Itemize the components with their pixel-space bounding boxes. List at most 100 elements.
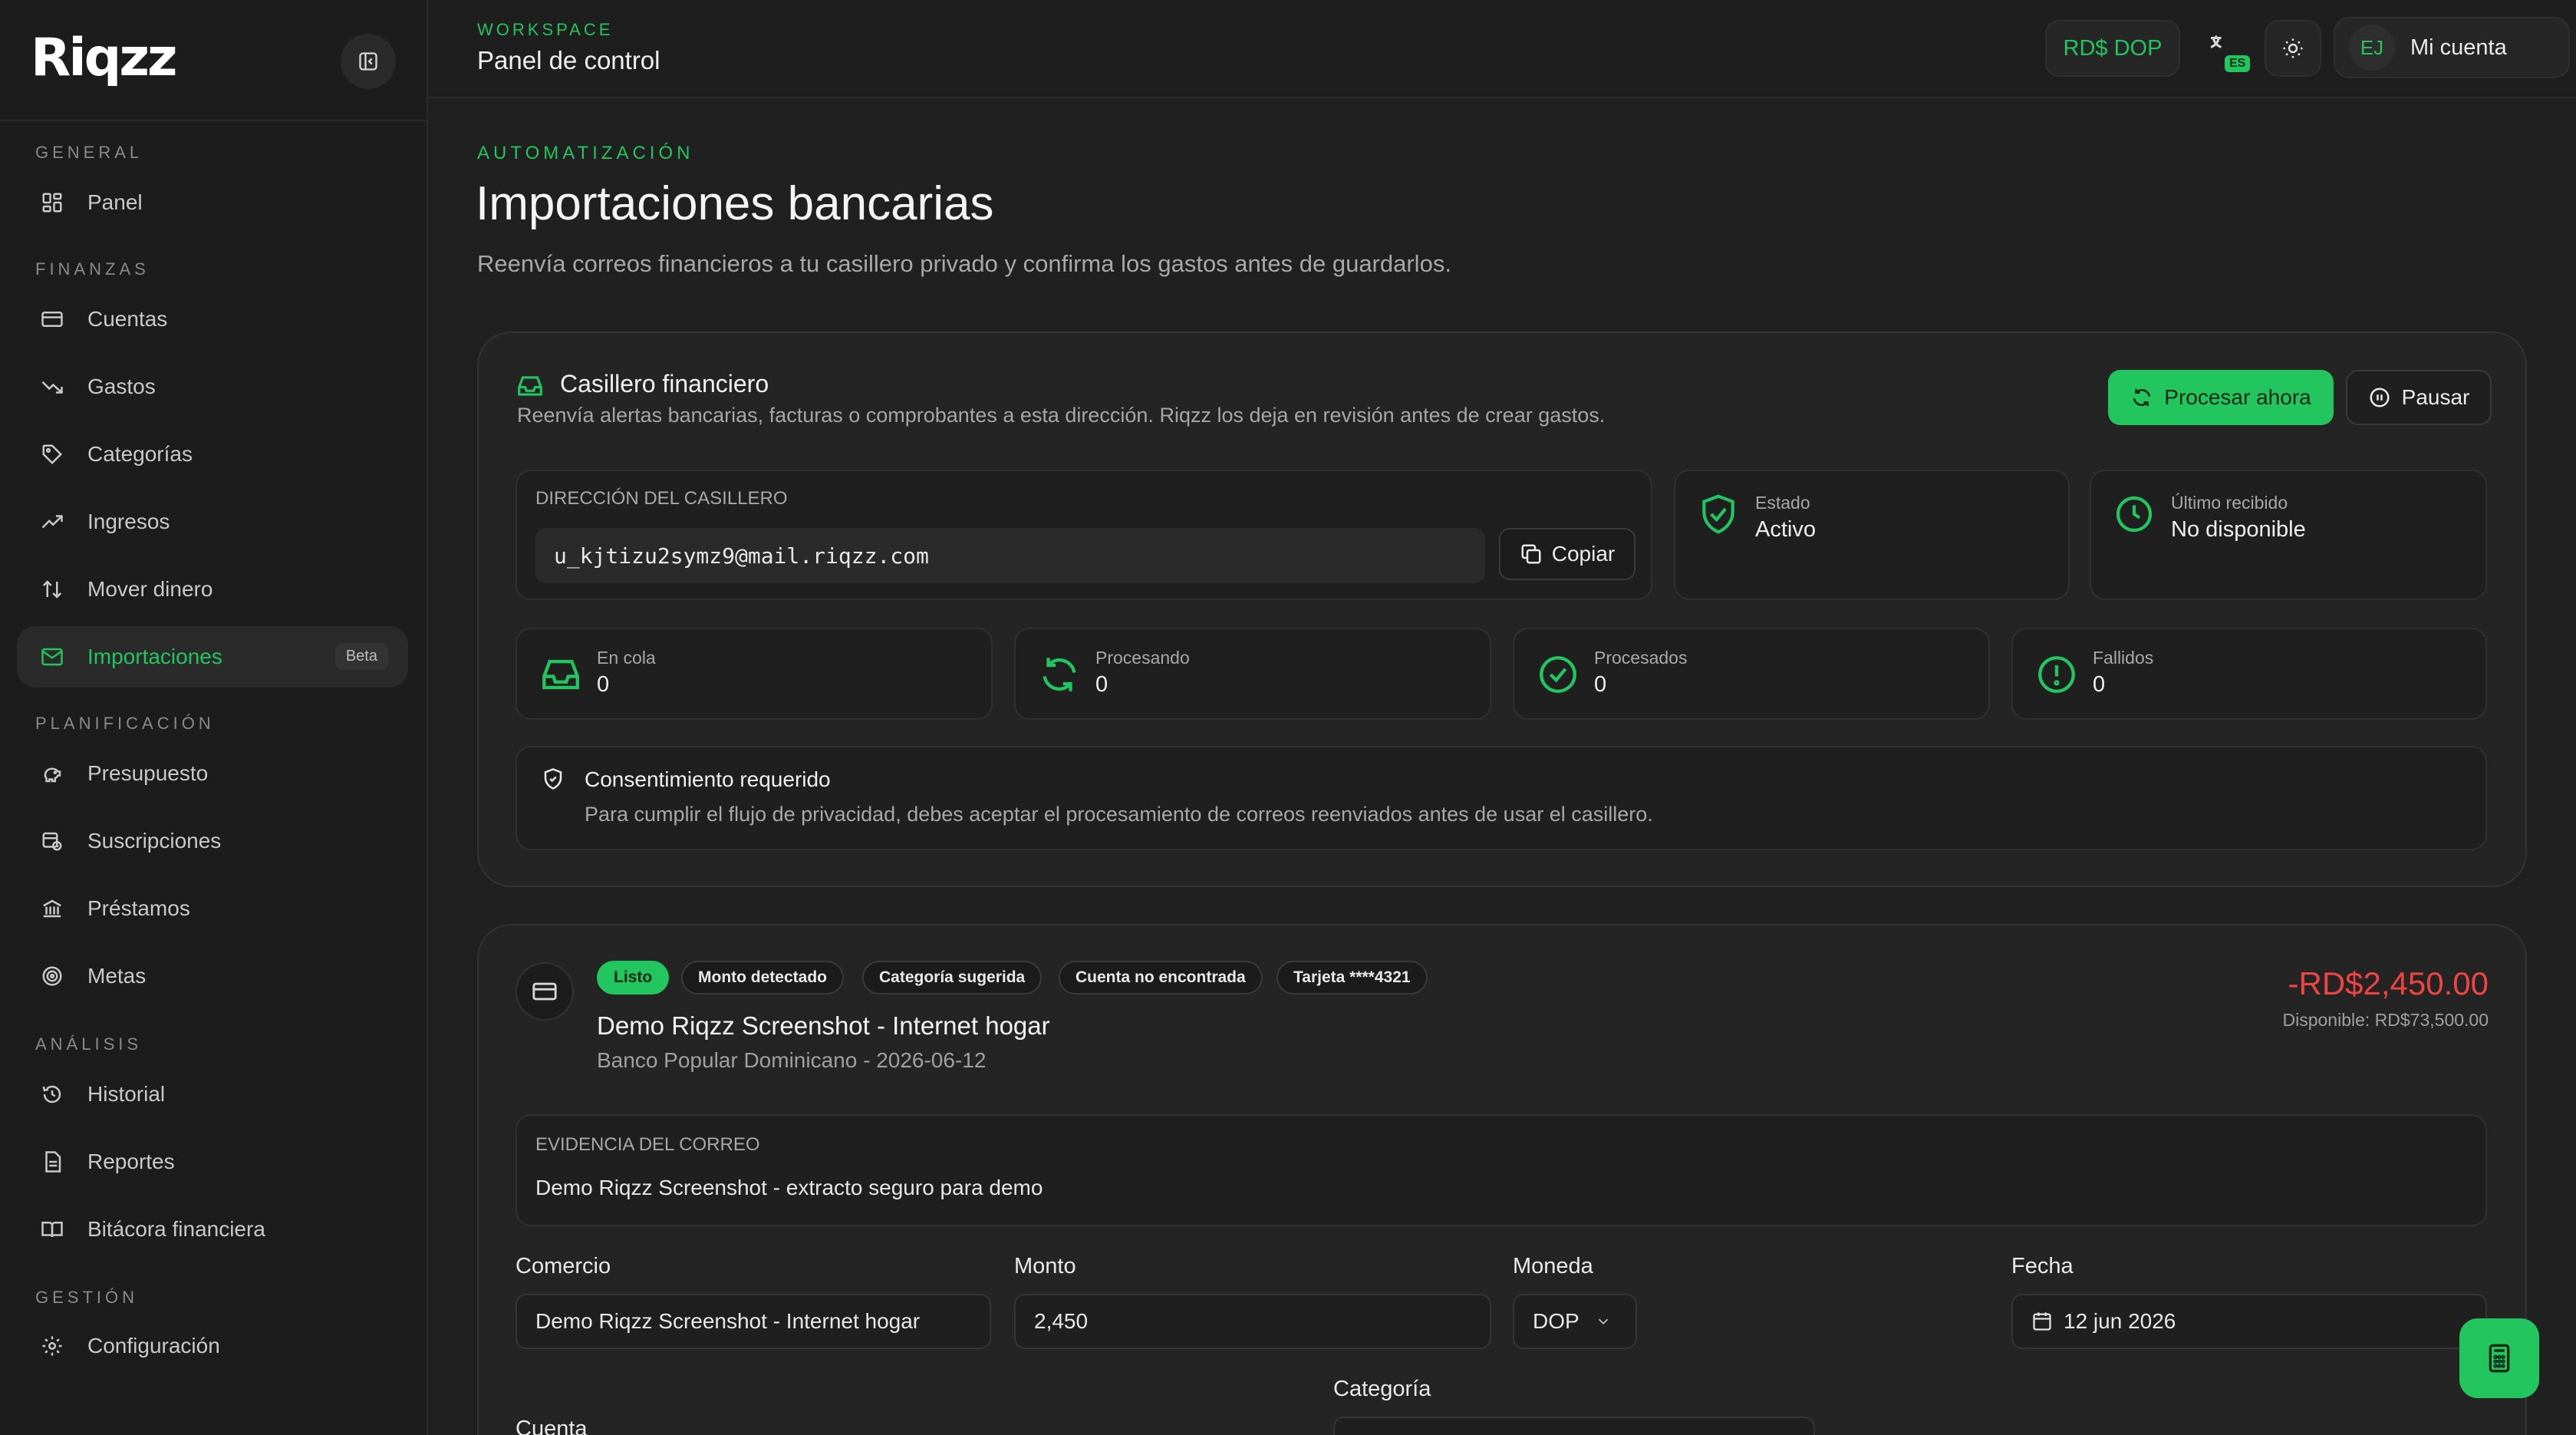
pause-icon bbox=[2370, 388, 2390, 407]
calculator-button[interactable] bbox=[2459, 1318, 2539, 1398]
sidebar-item-metas[interactable]: Metas bbox=[17, 945, 408, 1007]
chevron-down-icon bbox=[1598, 1318, 1608, 1325]
bank-icon bbox=[38, 895, 66, 922]
category-select[interactable] bbox=[1333, 1417, 1815, 1435]
sidebar-item-mover-dinero[interactable]: Mover dinero bbox=[17, 559, 408, 620]
sidebar-item-importaciones[interactable]: Importaciones Beta bbox=[17, 626, 408, 688]
stat-failed: Fallidos 0 bbox=[2011, 628, 2487, 720]
sidebar-item-ingresos[interactable]: Ingresos bbox=[17, 491, 408, 553]
consent-panel: Consentimiento requerido Para cumplir el… bbox=[516, 746, 2487, 850]
sidebar-item-label: Suscripciones bbox=[87, 829, 222, 853]
merchant-input[interactable]: Demo Riqzz Screenshot - Internet hogar bbox=[516, 1294, 991, 1349]
consent-title: Consentimiento requerido bbox=[585, 767, 831, 791]
shield-icon bbox=[542, 767, 565, 794]
copy-button[interactable]: Copiar bbox=[1499, 528, 1636, 580]
stat-label: En cola bbox=[597, 648, 656, 668]
nav-section-general: General bbox=[35, 143, 143, 162]
report-icon bbox=[38, 1148, 66, 1176]
sidebar-item-label: Bitácora financiera bbox=[87, 1217, 265, 1241]
calculator-icon bbox=[2489, 1344, 2510, 1373]
mailbox-address-field[interactable]: u_kjtizu2symz9@mail.riqzz.com bbox=[535, 528, 1485, 583]
sidebar-item-bitacora[interactable]: Bitácora financiera bbox=[17, 1199, 408, 1260]
sidebar-item-categorias[interactable]: Categorías bbox=[17, 424, 408, 485]
sidebar-divider bbox=[0, 120, 427, 121]
evidence-text: Demo Riqzz Screenshot - extracto seguro … bbox=[535, 1176, 1043, 1199]
card-icon bbox=[38, 305, 66, 333]
calendar-icon bbox=[2033, 1312, 2051, 1331]
check-circle-icon bbox=[1536, 652, 1580, 697]
stat-value: 0 bbox=[597, 672, 610, 697]
language-badge: ES bbox=[2225, 55, 2251, 72]
alert-circle-icon bbox=[2034, 652, 2079, 697]
sidebar-item-label: Mover dinero bbox=[87, 577, 213, 601]
status-panel: Estado Activo bbox=[1674, 470, 2070, 600]
sidebar-item-label: Gastos bbox=[87, 374, 156, 398]
import-amount: -RD$2,450.00 bbox=[2288, 965, 2489, 1001]
nav-section-gestion: Gestión bbox=[35, 1288, 139, 1307]
address-panel: Dirección del casillero u_kjtizu2symz9@m… bbox=[516, 470, 1652, 600]
stat-value: 0 bbox=[2093, 672, 2106, 697]
stat-processed: Procesados 0 bbox=[1513, 628, 1990, 720]
collapse-sidebar-button[interactable] bbox=[341, 34, 396, 89]
sidebar-item-panel[interactable]: Panel bbox=[17, 172, 408, 233]
gear-icon bbox=[38, 1332, 66, 1360]
sidebar-item-label: Importaciones bbox=[87, 645, 222, 668]
sidebar-item-suscripciones[interactable]: Suscripciones bbox=[17, 810, 408, 872]
merchant-label: Comercio bbox=[516, 1254, 611, 1278]
refresh-icon bbox=[1037, 652, 1082, 697]
sidebar-item-presupuesto[interactable]: Presupuesto bbox=[17, 743, 408, 804]
nav-section-analisis: Análisis bbox=[35, 1034, 143, 1054]
stat-queued: En cola 0 bbox=[516, 628, 993, 720]
workspace-title: Panel de control bbox=[477, 46, 660, 74]
mailbox-title: Casillero financiero bbox=[560, 370, 769, 398]
chip-categoria-sugerida: Categoría sugerida bbox=[862, 961, 1043, 995]
nav-section-finanzas: Finanzas bbox=[35, 259, 150, 279]
clock-icon bbox=[2113, 493, 2156, 536]
status-value: Activo bbox=[1755, 517, 1816, 542]
amount-input[interactable]: 2,450 bbox=[1014, 1294, 1491, 1349]
stat-label: Fallidos bbox=[2093, 648, 2154, 668]
app-logo[interactable]: Riqzz bbox=[31, 28, 178, 88]
process-now-button[interactable]: Procesar ahora bbox=[2108, 370, 2334, 425]
page-eyebrow: AUTOMATIZACIÓN bbox=[477, 143, 694, 163]
sun-icon bbox=[2283, 38, 2303, 58]
sidebar-item-label: Metas bbox=[87, 964, 147, 988]
shield-check-icon bbox=[1697, 493, 1740, 536]
sidebar-item-configuracion[interactable]: Configuración bbox=[17, 1315, 408, 1377]
sidebar-item-gastos[interactable]: Gastos bbox=[17, 356, 408, 417]
sidebar-item-label: Préstamos bbox=[87, 896, 190, 920]
mailbox-card: Casillero financiero Reenvía alertas ban… bbox=[477, 332, 2527, 887]
currency-selector[interactable]: RD$ DOP bbox=[2045, 20, 2180, 77]
sidebar: Riqzz General Panel Finanzas Cuentas Gas… bbox=[0, 0, 428, 1435]
main-content: AUTOMATIZACIÓN Importaciones bancarias R… bbox=[428, 100, 2576, 1435]
status-label: Estado bbox=[1755, 493, 1810, 513]
pause-button[interactable]: Pausar bbox=[2346, 370, 2492, 425]
sidebar-item-reportes[interactable]: Reportes bbox=[17, 1131, 408, 1193]
currency-select[interactable]: DOP bbox=[1513, 1294, 1637, 1349]
sidebar-item-prestamos[interactable]: Préstamos bbox=[17, 878, 408, 939]
pause-label: Pausar bbox=[2401, 385, 2470, 409]
grid-icon bbox=[38, 189, 66, 216]
sidebar-item-label: Configuración bbox=[87, 1334, 220, 1357]
consent-text: Para cumplir el flujo de privacidad, deb… bbox=[585, 803, 1653, 826]
date-picker[interactable]: 12 jun 2026 bbox=[2011, 1294, 2487, 1349]
account-menu-button[interactable]: EJ Mi cuenta bbox=[2334, 17, 2570, 78]
inbox-tray-icon bbox=[539, 652, 583, 697]
theme-toggle-button[interactable] bbox=[2265, 20, 2321, 77]
date-label: Fecha bbox=[2011, 1254, 2074, 1278]
sidebar-item-historial[interactable]: Historial bbox=[17, 1064, 408, 1125]
process-now-label: Procesar ahora bbox=[2164, 385, 2311, 409]
inbox-icon bbox=[516, 371, 545, 404]
stat-value: 0 bbox=[1594, 672, 1607, 697]
top-header: WORKSPACE Panel de control RD$ DOP ES EJ… bbox=[428, 0, 2576, 98]
last-received-label: Último recibido bbox=[2171, 493, 2288, 513]
mailbox-description: Reenvía alertas bancarias, facturas o co… bbox=[517, 404, 1606, 427]
stat-label: Procesados bbox=[1594, 648, 1688, 668]
import-title: Demo Riqzz Screenshot - Internet hogar bbox=[597, 1011, 1050, 1040]
sidebar-item-cuentas[interactable]: Cuentas bbox=[17, 289, 408, 350]
book-icon bbox=[38, 1216, 66, 1243]
nav-section-planificacion: Planificación bbox=[35, 714, 215, 733]
stat-label: Procesando bbox=[1095, 648, 1190, 668]
copy-label: Copiar bbox=[1551, 542, 1616, 566]
chip-tarjeta: Tarjeta ****4321 bbox=[1276, 961, 1428, 995]
